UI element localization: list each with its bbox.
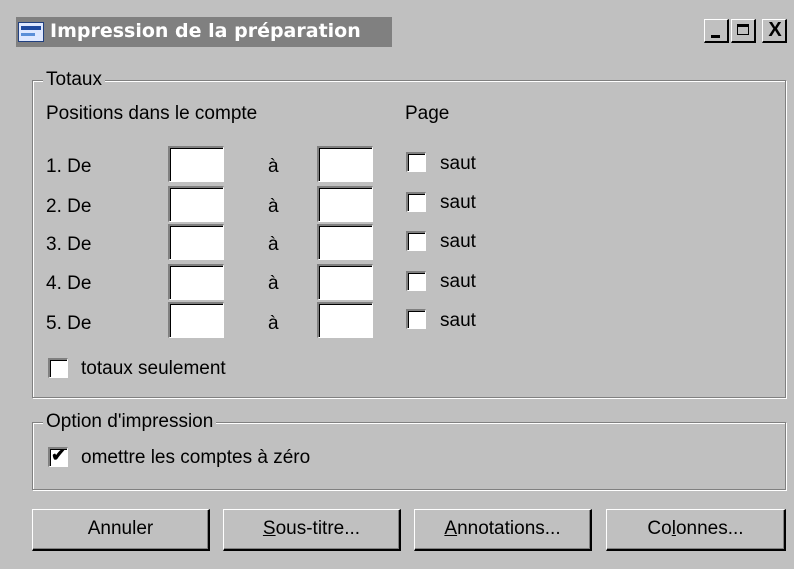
- annotations-accel: A: [444, 518, 458, 539]
- row-2-to-label: à: [268, 196, 279, 217]
- row-5-from-input[interactable]: [168, 302, 224, 338]
- row-1-saut-label: saut: [440, 153, 476, 174]
- row-3-from-input[interactable]: [168, 224, 224, 260]
- maximize-icon: [737, 24, 749, 35]
- row-1-from-input[interactable]: [168, 146, 224, 182]
- colonnes-label-pre: Co: [647, 518, 672, 539]
- row-3-label: 3. De: [46, 234, 92, 255]
- row-1-to-label: à: [268, 156, 279, 177]
- omettre-checkbox[interactable]: ✔: [48, 445, 68, 467]
- option-impression-legend: Option d'impression: [43, 411, 217, 433]
- annuler-button[interactable]: Annuler: [32, 509, 210, 551]
- row-5-to-label: à: [268, 313, 279, 334]
- row-4-saut-checkbox[interactable]: [406, 271, 426, 291]
- row-2-saut-checkbox[interactable]: [406, 192, 426, 212]
- minimize-icon: [711, 35, 720, 38]
- row-4-to-input[interactable]: [317, 264, 373, 300]
- row-2-label: 2. De: [46, 196, 92, 217]
- row-5-label: 5. De: [46, 313, 92, 334]
- omettre-label: omettre les comptes à zéro: [81, 447, 311, 468]
- annotations-button[interactable]: Annotations...: [414, 509, 592, 551]
- row-1-label: 1. De: [46, 156, 92, 177]
- colonnes-button[interactable]: Colonnes...: [606, 509, 786, 551]
- title-bar[interactable]: Impression de la préparation X: [10, 14, 787, 50]
- row-5-saut-checkbox[interactable]: [406, 309, 426, 329]
- positions-header: Positions dans le compte: [46, 103, 258, 124]
- row-4-saut-label: saut: [440, 271, 476, 292]
- maximize-button[interactable]: [731, 19, 756, 43]
- page-header: Page: [405, 103, 450, 124]
- sous-titre-button[interactable]: Sous-titre...: [223, 509, 401, 551]
- app-icon[interactable]: [18, 22, 44, 42]
- sous-titre-accel: S: [262, 518, 276, 539]
- row-3-saut-checkbox[interactable]: [406, 231, 426, 251]
- row-3-to-label: à: [268, 234, 279, 255]
- sous-titre-label: ous-titre...: [275, 518, 361, 539]
- totaux-seulement-checkbox[interactable]: [48, 358, 68, 378]
- row-1-to-input[interactable]: [317, 146, 373, 182]
- row-1-saut-checkbox[interactable]: [406, 152, 426, 172]
- annotations-label: nnotations...: [457, 518, 561, 539]
- dialog-window: Impression de la préparation X Totaux Po…: [0, 0, 794, 569]
- row-5-saut-label: saut: [440, 310, 476, 331]
- totaux-legend: Totaux: [43, 69, 105, 91]
- row-4-label: 4. De: [46, 273, 92, 294]
- minimize-button[interactable]: [704, 19, 729, 43]
- row-3-to-input[interactable]: [317, 224, 373, 260]
- row-2-saut-label: saut: [440, 192, 476, 213]
- close-button[interactable]: X: [762, 19, 787, 43]
- window-title: Impression de la préparation: [50, 20, 361, 42]
- close-icon: X: [768, 19, 782, 41]
- checkmark-icon: ✔: [51, 445, 67, 465]
- colonnes-label: onnes...: [675, 518, 744, 539]
- row-3-saut-label: saut: [440, 231, 476, 252]
- totaux-seulement-label: totaux seulement: [81, 358, 226, 379]
- row-2-to-input[interactable]: [317, 186, 373, 222]
- row-4-from-input[interactable]: [168, 264, 224, 300]
- row-4-to-label: à: [268, 273, 279, 294]
- annuler-button-label: Annuler: [87, 518, 154, 539]
- row-5-to-input[interactable]: [317, 302, 373, 338]
- row-2-from-input[interactable]: [168, 186, 224, 222]
